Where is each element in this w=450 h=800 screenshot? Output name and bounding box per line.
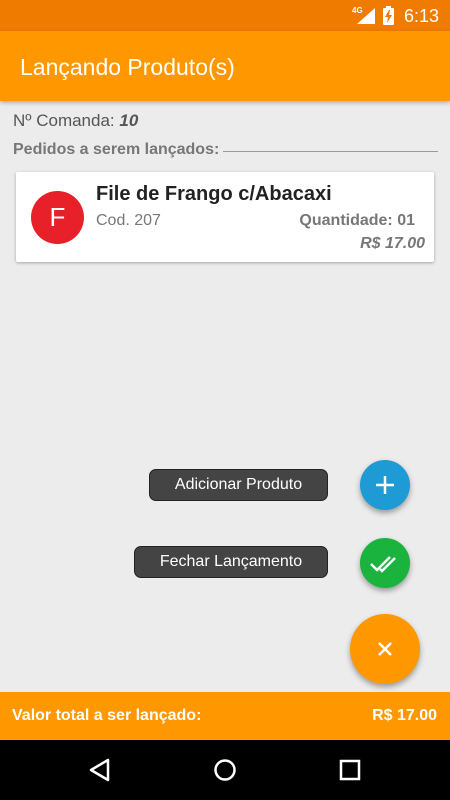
product-code: Cod. 207	[96, 212, 161, 229]
app-bar: Lançando Produto(s)	[0, 31, 450, 101]
clock: 6:13	[404, 6, 440, 26]
product-price: R$ 17.00	[360, 235, 425, 252]
status-bar: 4G 6:13	[0, 0, 450, 31]
section-title: Pedidos a serem lançados:	[13, 141, 224, 158]
avatar: F	[31, 191, 84, 244]
navigation-bar	[0, 740, 450, 800]
order-item-card[interactable]: F File de Frango c/Abacaxi Cod. 207 Quan…	[16, 172, 434, 262]
home-icon[interactable]	[210, 755, 240, 785]
page-title: Lançando Produto(s)	[20, 54, 235, 80]
double-check-icon	[370, 556, 396, 573]
total-bar: Valor total a ser lançado: R$ 17.00	[0, 692, 450, 740]
product-quantity: Quantidade: 01	[299, 212, 415, 229]
comanda-number: 10	[119, 111, 139, 130]
close-launch-label[interactable]: Fechar Lançamento	[134, 546, 328, 578]
plus-icon	[376, 476, 394, 494]
comanda-info: Nº Comanda: 10	[13, 111, 138, 131]
total-value: R$ 17.00	[372, 707, 437, 724]
back-icon[interactable]	[86, 755, 116, 785]
signal-icon	[357, 8, 375, 24]
product-name: File de Frango c/Abacaxi	[96, 183, 332, 205]
comanda-label: Nº Comanda:	[13, 111, 115, 130]
add-product-button[interactable]	[360, 460, 410, 510]
section-header: Pedidos a serem lançados:	[13, 141, 438, 161]
total-label: Valor total a ser lançado:	[12, 707, 202, 724]
fab-menu-toggle-button[interactable]	[350, 614, 420, 684]
battery-charging-icon	[383, 6, 394, 25]
add-product-label[interactable]: Adicionar Produto	[149, 469, 328, 501]
recents-icon[interactable]	[335, 755, 365, 785]
close-launch-button[interactable]	[360, 538, 410, 588]
close-icon	[378, 642, 392, 656]
